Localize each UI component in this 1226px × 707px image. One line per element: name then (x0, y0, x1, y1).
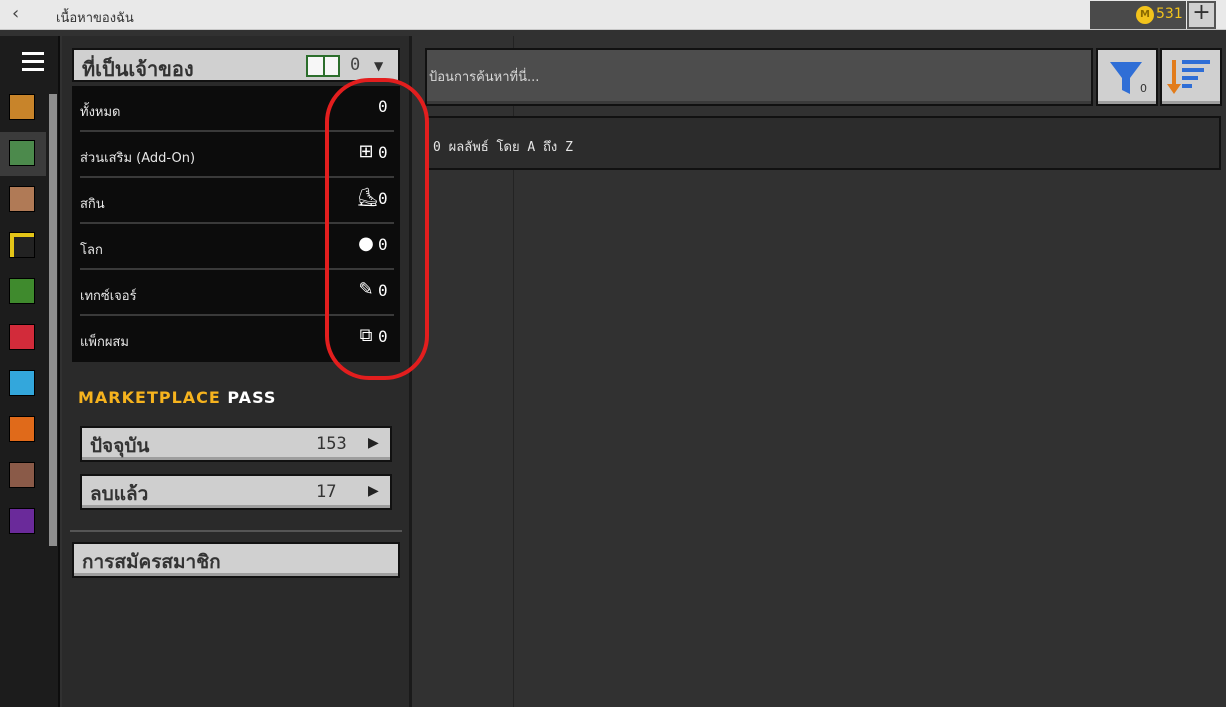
sort-button[interactable] (1160, 48, 1222, 106)
results-summary: 0 ผลลัพธ์ โดย A ถึง Z (425, 116, 1221, 170)
texture-brush-icon: ✎ (358, 279, 374, 300)
filter-label: แพ็กผสม (80, 335, 129, 350)
filter-label: สกิน (80, 197, 105, 212)
filter-count: 0 (378, 327, 388, 346)
filter-button[interactable]: 0 (1096, 48, 1158, 106)
minecoin-icon: M (1136, 6, 1154, 24)
ownership-dropdown[interactable]: ที่เป็นเจ้าของ 0 ▼ (72, 48, 400, 82)
marketplace-pass-title-a: MARKETPLACE (78, 388, 221, 407)
filter-count: 0 (378, 189, 388, 208)
skin-icon: ⛸ (356, 187, 379, 208)
filter-count: 0 (378, 281, 388, 300)
filter-label: โลก (80, 243, 103, 258)
pass-current-button[interactable]: ปัจจุบัน 153 ▶ (80, 426, 392, 462)
chevron-right-icon: ▶ (368, 435, 379, 451)
firefly-icon[interactable] (9, 232, 35, 258)
hamburger-menu-icon[interactable] (22, 52, 44, 72)
pass-removed-label: ลบแล้ว (90, 483, 149, 505)
subscriptions-button[interactable]: การสมัครสมาชิก (72, 542, 400, 578)
title-bar: ‹ เนื้อหาของฉัน M 531 + (0, 0, 1226, 30)
pass-current-label: ปัจจุบัน (90, 435, 150, 457)
book-icon (306, 55, 340, 77)
back-icon[interactable]: ‹ (12, 3, 19, 24)
search-field[interactable] (425, 48, 1093, 106)
sort-descending-icon (1167, 60, 1210, 94)
add-on-icon: ⊞ (358, 141, 374, 162)
ownership-count: 0 (350, 55, 361, 75)
creeper-face-icon[interactable] (9, 370, 35, 396)
funnel-icon (1110, 62, 1142, 94)
pass-current-count: 153 (316, 434, 347, 454)
filter-panel: ที่เป็นเจ้าของ 0 ▼ ทั้งหมด 0 ส่วนเสริม (… (62, 36, 412, 707)
rail-scrollbar[interactable] (49, 94, 57, 546)
coin-count: 531 (1156, 6, 1183, 22)
pass-removed-button[interactable]: ลบแล้ว 17 ▶ (80, 474, 392, 510)
skin-pack-icon[interactable] (9, 94, 35, 120)
filter-label: ส่วนเสริม (Add-On) (80, 151, 196, 166)
page-title: เนื้อหาของฉัน (56, 11, 134, 26)
mashup-icon: ⧉ (359, 325, 373, 346)
results-text: 0 ผลลัพธ์ โดย A ถึง Z (433, 140, 573, 155)
filter-label: ทั้งหมด (80, 105, 121, 120)
portal-icon[interactable] (9, 508, 35, 534)
filter-row-addon[interactable]: ส่วนเสริม (Add-On) ⊞ 0 (72, 132, 400, 178)
sidebar-rail (0, 36, 60, 707)
filter-count: 0 (378, 97, 388, 116)
divider (70, 530, 402, 532)
villager-icon[interactable] (9, 186, 35, 212)
pass-removed-count: 17 (316, 482, 337, 502)
chevron-right-icon: ▶ (368, 483, 379, 499)
filter-count: 0 (378, 235, 388, 254)
filter-label: เทกซ์เจอร์ (80, 289, 137, 304)
heart-icon[interactable] (9, 324, 35, 350)
filter-badge: 0 (1140, 82, 1147, 95)
content-type-list: ทั้งหมด 0 ส่วนเสริม (Add-On) ⊞ 0 สกิน ⛸ … (72, 86, 400, 362)
main-content: 0 0 ผลลัพธ์ โดย A ถึง Z (415, 36, 1226, 707)
marketplace-pass-title-b: PASS (227, 388, 277, 407)
filter-row-all[interactable]: ทั้งหมด 0 (72, 86, 400, 132)
world-icon: ● (358, 233, 374, 254)
coin-balance[interactable]: M 531 (1090, 1, 1186, 29)
add-coins-button[interactable]: + (1187, 1, 1216, 29)
chevron-down-icon: ▼ (374, 59, 384, 73)
library-icon[interactable] (9, 140, 35, 166)
sapling-icon[interactable] (9, 278, 35, 304)
filter-count: 0 (378, 143, 388, 162)
filter-row-mashup[interactable]: แพ็กผสม ⧉ 0 (72, 316, 400, 362)
marketplace-pass-title: MARKETPLACE PASS (78, 388, 276, 407)
filter-row-world[interactable]: โลก ● 0 (72, 224, 400, 270)
ownership-label: ที่เป็นเจ้าของ (82, 57, 194, 81)
character-heart-icon[interactable] (9, 462, 35, 488)
filter-row-skin[interactable]: สกิน ⛸ 0 (72, 178, 400, 224)
search-input[interactable] (429, 64, 1069, 90)
filter-row-texture[interactable]: เทกซ์เจอร์ ✎ 0 (72, 270, 400, 316)
subscriptions-label: การสมัครสมาชิก (82, 551, 221, 573)
fire-icon[interactable] (9, 416, 35, 442)
